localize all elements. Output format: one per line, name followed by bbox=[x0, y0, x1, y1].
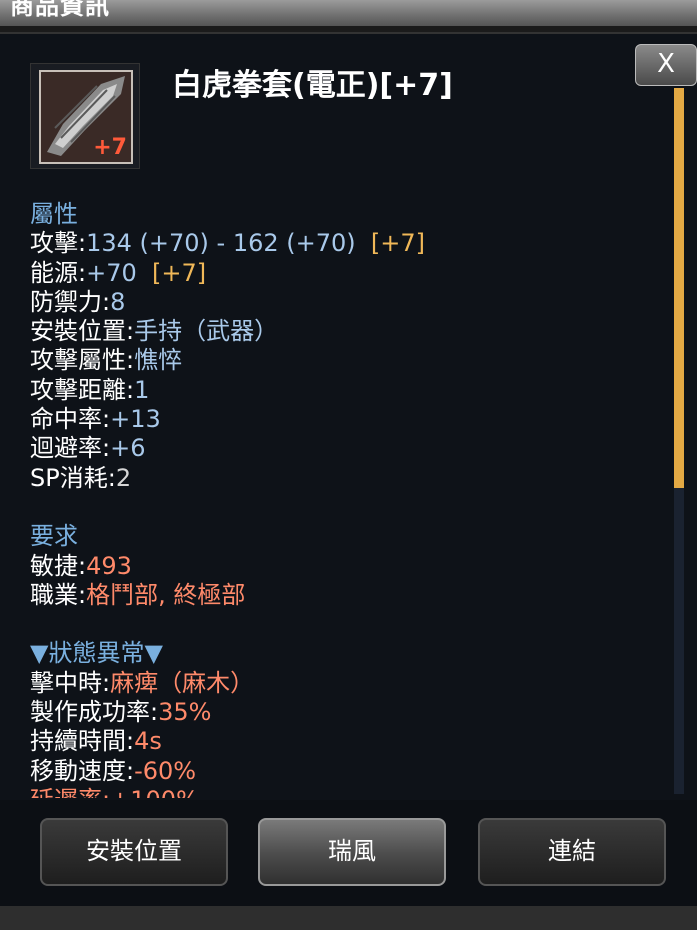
requirements-header: 要求 bbox=[30, 522, 78, 551]
move-speed-row: 移動速度:-60% bbox=[30, 756, 197, 785]
item-icon-frame: +7 bbox=[30, 63, 140, 169]
hit-row: 命中率:+13 bbox=[30, 405, 161, 434]
item-enhance-level: +7 bbox=[93, 135, 127, 160]
equip-slot-button[interactable]: 安裝位置 bbox=[40, 818, 228, 886]
sp-row: SP消耗:2 bbox=[30, 463, 132, 492]
item-details: 屬性 攻擊:134 (+70) - 162 (+70) [+7] 能源:+70 … bbox=[30, 200, 660, 798]
cutoff-row: 延遲率:+100% bbox=[30, 786, 660, 798]
window-bottom-edge bbox=[0, 906, 697, 930]
window-title: 商品資訊 bbox=[10, 0, 110, 20]
slot-row: 安裝位置:手持（武器） bbox=[30, 317, 279, 346]
attack-row: 攻擊:134 (+70) - 162 (+70) [+7] bbox=[30, 229, 426, 258]
duration-row: 持續時間:4s bbox=[30, 727, 162, 756]
energy-row: 能源:+70 [+7] bbox=[30, 258, 207, 287]
link-button[interactable]: 連結 bbox=[478, 818, 666, 886]
range-row: 攻擊距離:1 bbox=[30, 375, 150, 404]
title-bar: 商品資訊 bbox=[0, 0, 697, 26]
scrollbar-thumb[interactable] bbox=[674, 88, 684, 488]
element-row: 攻擊屬性:憔悴 bbox=[30, 346, 183, 375]
evade-row: 迴避率:+6 bbox=[30, 434, 146, 463]
on-hit-row: 擊中時:麻痺（麻木） bbox=[30, 668, 255, 697]
item-name: 白虎拳套(電正)[+7] bbox=[172, 68, 453, 103]
close-button[interactable]: X bbox=[635, 44, 697, 86]
agility-row: 敏捷:493 bbox=[30, 551, 132, 580]
attributes-header: 屬性 bbox=[30, 200, 78, 228]
job-row: 職業:格鬥部, 終極部 bbox=[30, 580, 246, 609]
defense-row: 防禦力:8 bbox=[30, 287, 126, 316]
status-header: ▼狀態異常▼ bbox=[30, 639, 163, 668]
success-rate-row: 製作成功率:35% bbox=[30, 698, 212, 727]
fist-glove-icon: +7 bbox=[39, 70, 133, 164]
wind-button[interactable]: 瑞風 bbox=[258, 818, 446, 886]
